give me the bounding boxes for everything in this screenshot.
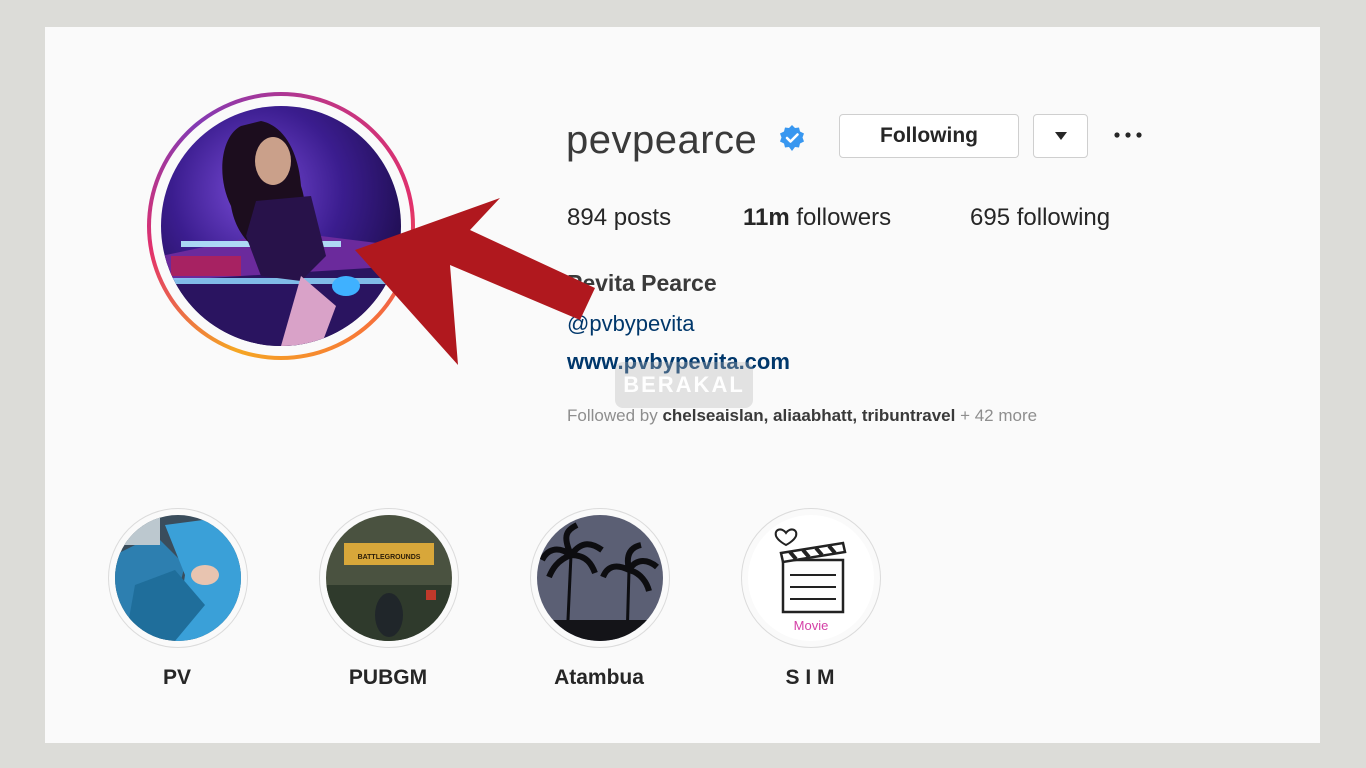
followed-by-names: chelseaislan, aliaabhatt, tribuntravel [662,406,956,425]
red-arrow-annotation [355,198,595,365]
caret-down-icon [1054,132,1067,140]
followed-by-prefix: Followed by [567,406,658,425]
profile-username: pevpearce [566,118,758,162]
following-count[interactable]: 695 following [970,204,1110,232]
highlight-label-sim: S I M [785,666,835,689]
pubg-logo-text: BATTLEGROUNDS [358,554,421,561]
highlight-pubgm[interactable]: BATTLEGROUNDS [319,508,459,648]
followers-number: 11m [743,204,790,231]
watermark: BERAKAL [615,362,753,408]
highlight-sim[interactable]: Movie [741,508,881,648]
following-number: 695 [970,204,1011,231]
followers-label: followers [796,204,892,231]
highlight-cover [115,515,241,641]
highlight-cover [537,515,663,641]
highlight-label-atambua: Atambua [554,666,644,689]
following-label: following [1016,204,1111,231]
highlight-label-pubgm: PUBGM [348,666,428,689]
highlight-pv[interactable] [108,508,248,648]
highlight-cover: BATTLEGROUNDS [326,515,452,641]
suggested-dropdown-button[interactable] [1033,114,1088,158]
more-options-icon [1114,132,1142,138]
highlight-atambua[interactable] [530,508,670,648]
more-options-button[interactable] [1108,120,1148,150]
highlight-label-pv: PV [162,666,191,689]
highlight-cover: Movie [748,515,874,641]
following-button[interactable]: Following [839,114,1019,158]
posts-label: posts [613,204,672,231]
followers-count[interactable]: 11m followers [743,204,891,232]
followed-by-text[interactable]: Followed by chelseaislan, aliaabhatt, tr… [567,406,1037,426]
verified-badge-icon [780,125,804,151]
movie-handwritten-text: Movie [794,618,829,633]
followed-by-suffix: + 42 more [960,406,1038,425]
